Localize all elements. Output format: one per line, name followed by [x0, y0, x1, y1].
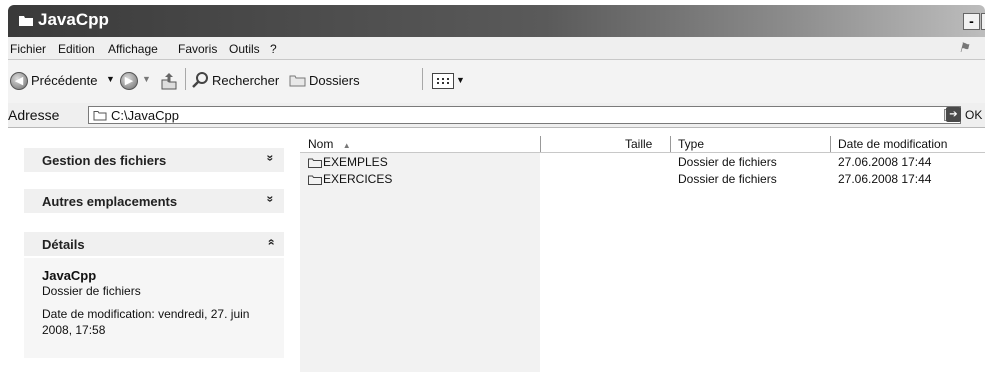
minimize-button[interactable]: - — [963, 13, 980, 30]
folder-icon — [93, 111, 107, 121]
column-header-name[interactable]: Nom ▲ — [308, 137, 351, 152]
details-header[interactable]: Détails » — [24, 232, 284, 256]
file-type: Dossier de fichiers — [678, 155, 777, 169]
file-tasks-header[interactable]: Gestion des fichiers » — [24, 148, 284, 172]
toolbar: ◀ Précédente ▼ ▶ ▼ Rechercher Dossiers ▼ — [8, 60, 985, 104]
other-places-label: Autres emplacements — [42, 194, 178, 209]
menu-bar: Fichier Edition Affichage Favoris Outils… — [8, 37, 985, 60]
sort-ascending-icon: ▲ — [342, 141, 351, 150]
expand-chevron-icon[interactable]: » — [264, 196, 278, 203]
folders-icon[interactable] — [289, 72, 307, 88]
file-name: EXERCICES — [323, 172, 393, 186]
forward-arrow-icon[interactable]: ▶ — [120, 72, 138, 90]
details-label: Détails — [42, 237, 85, 252]
folder-up-icon[interactable] — [160, 71, 178, 91]
file-date: 27.06.2008 17:44 — [838, 172, 932, 186]
details-modified: Date de modification: vendredi, 27. juin… — [42, 307, 250, 337]
address-value: C:\JavaCpp — [111, 108, 179, 123]
views-dropdown-icon[interactable]: ▼ — [456, 75, 465, 85]
column-header-type[interactable]: Type — [678, 137, 704, 152]
window-title: JavaCpp — [38, 10, 109, 29]
file-row[interactable]: EXERCICES Dossier de fichiers 27.06.2008… — [300, 172, 985, 188]
go-button[interactable]: OK — [965, 108, 982, 122]
file-tasks-label: Gestion des fichiers — [42, 153, 167, 168]
menu-affichage[interactable]: Affichage — [108, 42, 158, 56]
menu-outils[interactable]: Outils — [229, 42, 260, 56]
details-type: Dossier de fichiers — [42, 284, 141, 298]
views-icon[interactable] — [432, 73, 454, 89]
expand-chevron-icon[interactable]: » — [264, 155, 278, 162]
title-bar[interactable]: JavaCpp - □ — [8, 5, 985, 37]
folders-button[interactable]: Dossiers — [309, 73, 360, 88]
column-header-date[interactable]: Date de modification — [838, 137, 947, 152]
file-name: EXEMPLES — [323, 155, 388, 169]
address-bar: Adresse C:\JavaCpp ▼ ➔ OK — [8, 103, 985, 128]
search-button[interactable]: Rechercher — [212, 73, 279, 88]
maximize-button[interactable]: □ — [981, 13, 985, 30]
back-dropdown-icon[interactable]: ▼ — [106, 74, 115, 84]
menu-favoris[interactable]: Favoris — [178, 42, 217, 56]
details-panel: JavaCpp Dossier de fichiers Date de modi… — [24, 258, 284, 358]
file-row[interactable]: EXEMPLES Dossier de fichiers 27.06.2008 … — [300, 155, 985, 171]
column-name-label: Nom — [308, 137, 334, 151]
menu-fichier[interactable]: Fichier — [10, 42, 46, 56]
task-pane: Gestion des fichiers » Autres emplacemen… — [8, 128, 295, 372]
details-name: JavaCpp — [42, 268, 97, 283]
search-icon[interactable] — [192, 71, 210, 89]
menu-help[interactable]: ? — [270, 42, 277, 56]
windows-logo-icon: ⚑ — [958, 40, 970, 55]
other-places-header[interactable]: Autres emplacements » — [24, 189, 284, 213]
back-button[interactable]: Précédente — [31, 73, 98, 88]
back-arrow-icon[interactable]: ◀ — [10, 72, 28, 90]
file-date: 27.06.2008 17:44 — [838, 155, 932, 169]
folder-icon — [19, 16, 33, 26]
collapse-chevron-icon[interactable]: » — [264, 239, 278, 246]
address-input[interactable]: C:\JavaCpp ▼ — [88, 106, 961, 124]
column-header-size[interactable]: Taille — [625, 137, 652, 152]
folder-icon — [308, 175, 322, 185]
file-list: Nom ▲ Taille Type Date de modification E… — [300, 128, 985, 372]
file-type: Dossier de fichiers — [678, 172, 777, 186]
forward-dropdown-icon[interactable]: ▼ — [142, 74, 151, 84]
go-arrow-icon[interactable]: ➔ — [946, 107, 961, 122]
folder-icon — [308, 158, 322, 168]
address-label: Adresse — [8, 107, 60, 123]
menu-edition[interactable]: Edition — [58, 42, 95, 56]
